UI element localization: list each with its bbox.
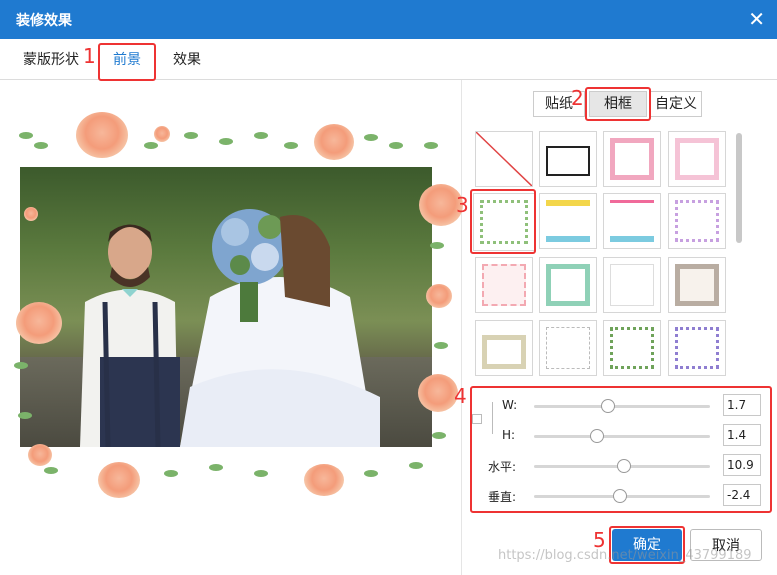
leaf-decoration (254, 470, 268, 477)
frame-item-violet[interactable] (668, 320, 726, 376)
leaf-decoration (434, 342, 448, 349)
leaf-decoration (144, 142, 158, 149)
leaf-decoration (409, 462, 423, 469)
leaf-decoration (44, 467, 58, 474)
rose-decoration (314, 124, 354, 160)
frame-item-green-ticket[interactable] (539, 257, 597, 313)
vintage-frame-icon (675, 264, 719, 306)
preview-canvas (14, 112, 463, 498)
violet-frame-icon (675, 327, 719, 369)
rose-decoration (426, 284, 452, 308)
tab-mask-shape[interactable]: 蒙版形状 (23, 49, 79, 69)
tab-effect[interactable]: 效果 (173, 49, 201, 69)
rose-decoration (16, 302, 62, 344)
leaf-decoration (209, 464, 223, 471)
rose-decoration (76, 112, 128, 158)
heart-frame-icon (610, 200, 654, 242)
star-frame-icon (610, 264, 654, 306)
leaf-decoration (164, 470, 178, 477)
watermark-text: https://blog.csdn.net/weixin_43799189 (498, 548, 752, 563)
frame-item-star[interactable] (603, 257, 661, 313)
cartoon-frame-icon (675, 200, 719, 242)
close-icon[interactable]: ✕ (748, 7, 765, 31)
frame-item-none[interactable] (475, 131, 533, 187)
highlight-box-adjustments (470, 386, 772, 513)
leaf-decoration (184, 132, 198, 139)
highlight-box-frames (585, 87, 651, 121)
leaf-decoration (389, 142, 403, 149)
leaf-decoration (364, 470, 378, 477)
wedding-photo (20, 167, 432, 447)
frame-item-tv[interactable] (539, 131, 597, 187)
frame-grid-scrollbar[interactable] (736, 133, 742, 243)
leaf-decoration (18, 412, 32, 419)
frame-item-sun[interactable] (539, 193, 597, 249)
rose-decoration (154, 126, 170, 142)
annotation-1: 1 (83, 44, 96, 68)
pink-polaroid-icon (610, 138, 654, 180)
tv-frame-icon (546, 146, 590, 176)
no-frame-icon (476, 132, 532, 186)
rose-decoration (98, 462, 140, 498)
leaf-decoration (219, 138, 233, 145)
leaf-decoration (432, 432, 446, 439)
rose-decoration (304, 464, 344, 496)
leaf-decoration (14, 362, 28, 369)
green-ticket-frame-icon (546, 264, 590, 306)
frame-grid (473, 131, 731, 380)
vine-frame-icon (610, 327, 654, 369)
subtab-custom[interactable]: 自定义 (650, 91, 702, 117)
love-frame-icon (675, 138, 719, 180)
frame-item-pink-polaroid[interactable] (603, 131, 661, 187)
leaf-decoration (424, 142, 438, 149)
leaf-decoration (364, 134, 378, 141)
leaf-decoration (430, 242, 444, 249)
frame-item-sketch[interactable] (539, 320, 597, 376)
leaf-decoration (254, 132, 268, 139)
frame-item-cartoon[interactable] (668, 193, 726, 249)
pink-dotted-frame-icon (482, 264, 526, 306)
rose-decoration (28, 444, 52, 466)
frame-item-heart[interactable] (603, 193, 661, 249)
frame-item-hanging[interactable] (475, 320, 533, 376)
leaf-decoration (284, 142, 298, 149)
leaf-decoration (19, 132, 33, 139)
title-bar: 装修效果 ✕ (0, 0, 777, 39)
rose-decoration (418, 374, 458, 412)
annotation-2: 2 (571, 86, 584, 110)
bride-figure (180, 209, 380, 447)
groom-figure (80, 224, 180, 447)
highlight-box-foreground (98, 43, 156, 81)
leaf-decoration (34, 142, 48, 149)
frame-item-pink-dotted[interactable] (475, 257, 533, 313)
annotation-4: 4 (454, 384, 467, 408)
highlight-box-selected-frame (470, 189, 536, 254)
sun-frame-icon (546, 200, 590, 242)
rose-decoration (24, 207, 38, 221)
sketch-frame-icon (546, 327, 590, 369)
frame-item-vine[interactable] (603, 320, 661, 376)
window-title: 装修效果 (16, 13, 72, 29)
annotation-3: 3 (456, 193, 469, 217)
frame-item-vintage[interactable] (668, 257, 726, 313)
hanging-frame-icon (482, 335, 526, 369)
frame-item-pink-love[interactable] (668, 131, 726, 187)
